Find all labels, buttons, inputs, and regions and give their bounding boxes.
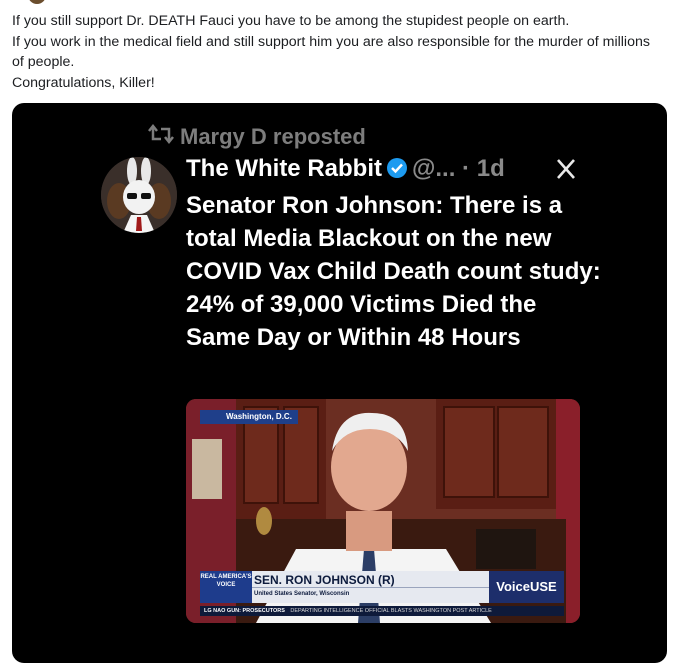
- post-line-3: Congratulations, Killer!: [12, 74, 155, 91]
- location-text: Washington, D.C.: [226, 412, 292, 421]
- lower-third: REAL AMERICA'S VOICE SEN. RON JOHNSON (R…: [200, 571, 564, 607]
- post-line-1: If you still support Dr. DEATH Fauci you…: [12, 13, 570, 29]
- ticker-tag: LG NAO GUN: PROSECUTORS: [204, 608, 285, 614]
- tweet-text: Senator Ron Johnson: There is a total Me…: [186, 192, 601, 351]
- x-logo-icon: [555, 158, 577, 180]
- repost-label: Margy D reposted: [180, 124, 366, 149]
- ticker-text: DEPARTING INTELLIGENCE OFFICIAL BLASTS W…: [290, 608, 492, 614]
- tweet-author-avatar[interactable]: [101, 157, 177, 233]
- chyron-name: SEN. RON JOHNSON (R): [254, 573, 395, 587]
- news-ticker: LG NAO GUN: PROSECUTORS DEPARTING INTELL…: [200, 606, 564, 616]
- tweet-handle-time: @... · 1d: [411, 155, 505, 182]
- tweet-display-name[interactable]: The White Rabbit: [186, 155, 382, 182]
- network-bug: REAL AMERICA'S VOICE: [200, 571, 252, 603]
- location-tag: Washington, D.C.: [200, 410, 298, 424]
- network-logo: VoiceUSE: [489, 571, 564, 603]
- poster-avatar[interactable]: [28, 0, 46, 4]
- repost-icon: [148, 123, 174, 150]
- chyron-title: United States Senator, Wisconsin: [254, 591, 350, 597]
- post-body: If you still support Dr. DEATH Fauci you…: [12, 11, 662, 93]
- repost-header: Margy D reposted: [148, 123, 366, 150]
- tweet-header: The White Rabbit @... · 1d: [186, 155, 505, 183]
- verified-badge-icon: [386, 157, 408, 179]
- post-line-2: If you work in the medical field and sti…: [12, 33, 650, 71]
